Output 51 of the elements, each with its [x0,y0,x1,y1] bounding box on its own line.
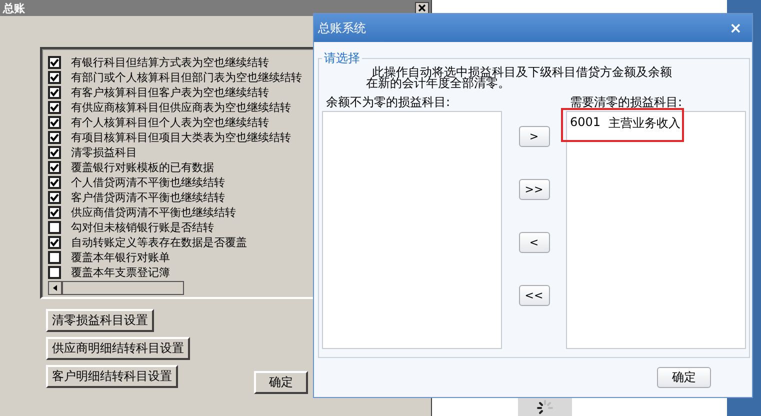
move-button[interactable]: >> [518,179,550,200]
description-text: 在新的会计年度全部清零。 [366,78,510,89]
checkbox[interactable] [48,116,61,129]
close-button[interactable]: × [725,19,746,37]
list-label: 余额不为零的损益科目: [326,95,452,109]
ok-button[interactable]: 确定 [254,371,308,394]
checkbox[interactable] [48,236,61,249]
settings-button[interactable]: 客户明细结转科目设置 [46,365,178,388]
settings-button[interactable]: 清零损益科目设置 [46,309,154,332]
checkbox-label: 自动转账定义等表存在数据是否覆盖 [71,236,247,250]
checkbox-label: 有客户核算科目但客户表为空也继续结转 [71,86,269,100]
checkbox[interactable] [48,56,61,69]
checkbox-label: 供应商借贷两清不平衡也继续结转 [71,206,236,220]
checkbox[interactable] [48,131,61,144]
checkbox-label: 勾对但未核销银行账是否结转 [71,220,214,234]
checkbox[interactable] [48,101,61,114]
checkbox[interactable] [48,221,61,234]
checkbox-label: 清零损益科目 [71,146,137,160]
checkbox[interactable] [48,191,61,204]
checkbox[interactable] [48,71,61,84]
checkbox[interactable] [48,161,61,174]
checkbox-label: 有个人核算科目但个人表为空也继续结转 [71,116,269,130]
checkbox[interactable] [48,176,61,189]
checkbox[interactable] [48,251,61,264]
move-button[interactable]: > [518,126,550,147]
spinner-icon [537,400,553,416]
checkbox-label: 有银行科目但结算方式表为空也继续结转 [71,56,269,70]
window-title: 总账系统 [318,20,366,36]
checkbox[interactable] [48,86,61,99]
checkbox-label: 覆盖本年支票登记簿 [71,266,170,280]
horizontal-scrollbar[interactable] [48,281,184,295]
checkbox[interactable] [48,206,61,219]
checkbox[interactable] [48,266,61,279]
window-title: 总账 [3,0,25,16]
list-label: 需要清零的损益科目: [570,95,684,109]
checkbox-label: 有供应商核算科目但供应商表为空也继续结转 [71,100,291,114]
close-icon[interactable] [415,2,429,14]
checkbox[interactable] [48,146,61,159]
group-label: 请选择 [323,50,361,67]
checkbox-label: 个人借贷两清不平衡也继续结转 [71,176,225,190]
checkbox-label: 客户借贷两清不平衡也继续结转 [71,190,225,204]
settings-button[interactable]: 供应商明细结转科目设置 [46,337,190,360]
checkbox-label: 覆盖银行对账模板的已有数据 [71,160,214,174]
move-button[interactable]: < [518,232,550,253]
checkbox-label: 有部门或个人核算科目但部门表为空也继续结转 [71,70,302,84]
ok-button[interactable]: 确定 [657,367,711,388]
move-button[interactable]: << [518,285,550,306]
checkbox-label: 有项目核算科目但项目大类表为空也继续结转 [71,130,291,144]
list-item[interactable]: 6001 主营业务收入 [567,112,745,132]
description-text: 此操作自动将选中损益科目及下级科目借贷方金额及余额 [372,67,673,78]
checkbox-label: 覆盖本年银行对账单 [71,250,170,264]
